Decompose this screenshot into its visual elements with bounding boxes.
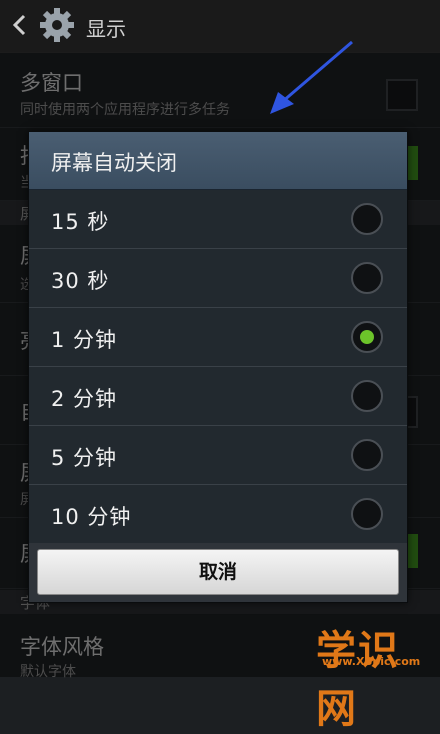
option-label: 2 分钟 [51,387,118,411]
option-label: 15 秒 [51,210,110,234]
page-title: 显示 [86,17,126,41]
option-1min[interactable]: 1 分钟 [29,308,407,367]
option-label: 1 分钟 [51,328,118,352]
radio-button-selected[interactable] [351,321,383,353]
dialog-title: 屏幕自动关闭 [51,151,177,175]
option-2min[interactable]: 2 分钟 [29,367,407,426]
watermark-logo: 学识网 [316,628,400,732]
option-30s[interactable]: 30 秒 [29,249,407,308]
watermark-url: www.XSpic.com [322,655,421,668]
radio-button[interactable] [351,439,383,471]
back-icon[interactable] [10,13,30,37]
dialog-header: 屏幕自动关闭 [29,132,407,190]
option-15s[interactable]: 15 秒 [29,190,407,249]
screen-timeout-dialog: 屏幕自动关闭 15 秒 30 秒 1 分钟 2 分钟 5 分钟 10 分钟 取消 [28,131,408,603]
gear-icon [40,8,74,42]
option-label: 10 分钟 [51,505,132,529]
cancel-button[interactable]: 取消 [37,549,399,595]
radio-button[interactable] [351,380,383,412]
option-label: 5 分钟 [51,446,118,470]
option-5min[interactable]: 5 分钟 [29,426,407,485]
option-10min[interactable]: 10 分钟 [29,485,407,543]
dialog-button-bar: 取消 [29,543,407,602]
radio-selected-dot [360,330,374,344]
radio-button[interactable] [351,262,383,294]
radio-button[interactable] [351,203,383,235]
radio-button[interactable] [351,498,383,530]
annotation-arrow [270,40,353,114]
option-label: 30 秒 [51,269,110,293]
action-bar: 显示 [0,0,440,53]
